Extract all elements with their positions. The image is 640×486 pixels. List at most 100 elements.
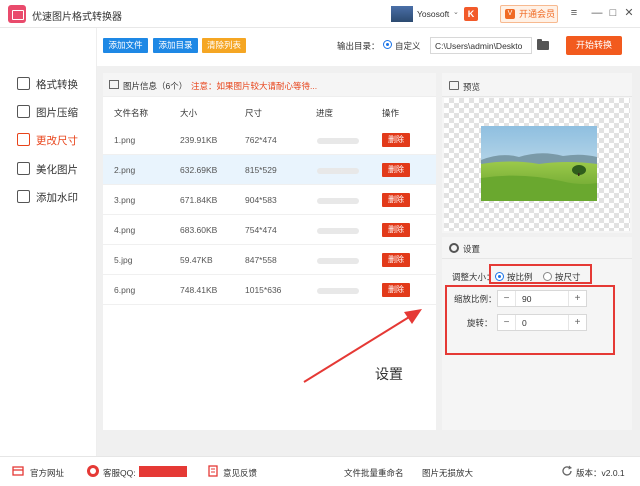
preview-title: 预览 [463, 82, 481, 92]
sidebar-item-label: 更改尺寸 [36, 135, 78, 147]
column-header-action: 操作 [382, 108, 400, 118]
delete-button[interactable]: 删除 [382, 283, 410, 297]
support-agent-icon [87, 465, 99, 477]
add-folder-button[interactable]: 添加目录 [153, 38, 198, 53]
annotation-arrow [303, 309, 422, 383]
column-header-dims: 尺寸 [245, 108, 263, 118]
file-size: 683.60KB [180, 225, 218, 235]
sidebar-item-label: 格式转换 [36, 79, 78, 91]
start-convert-button[interactable]: 开始转换 [566, 36, 622, 55]
open-vip-button[interactable]: V 开通会员 [500, 5, 558, 23]
sidebar-item-format-convert[interactable]: 格式转换 [0, 73, 97, 95]
sidebar-item-beautify[interactable]: 美化图片 [0, 158, 97, 180]
table-row[interactable]: 1.png 239.91KB 762*474 删除 [103, 125, 436, 155]
format-convert-icon [17, 77, 30, 90]
progress-bar [317, 138, 359, 144]
menu-icon[interactable]: ≡ [567, 6, 581, 20]
file-name: 4.png [114, 225, 136, 235]
vip-icon: V [505, 9, 515, 19]
delete-button[interactable]: 删除 [382, 193, 410, 207]
lossless-enlarge-link[interactable]: 图片无损放大 [422, 467, 473, 479]
chevron-down-icon[interactable]: ⌄ [453, 8, 459, 16]
table-row[interactable]: 5.jpg 59.47KB 847*558 删除 [103, 245, 436, 275]
batch-rename-link[interactable]: 文件批量重命名 [344, 467, 404, 479]
preview-header: 预览 [442, 73, 632, 97]
settings-header: 设置 [442, 237, 632, 259]
add-file-button[interactable]: 添加文件 [103, 38, 148, 53]
delete-button[interactable]: 删除 [382, 133, 410, 147]
image-info-icon [109, 80, 119, 89]
file-dims: 1015*636 [245, 285, 282, 295]
annotation-label: 设置 [375, 366, 403, 382]
gear-icon [449, 243, 459, 253]
output-path-input[interactable]: C:\Users\admin\Deskto [430, 37, 532, 54]
custom-radio-label[interactable]: 自定义 [395, 40, 421, 52]
app-logo-icon [8, 5, 26, 23]
title-bar: 优速图片格式转换器 Yososoft ⌄ K V 开通会员 ≡ — □ ✕ [0, 0, 640, 28]
preview-icon [449, 81, 459, 90]
file-size: 59.47KB [180, 255, 213, 265]
delete-button[interactable]: 删除 [382, 223, 410, 237]
preview-image [481, 126, 597, 201]
file-name: 5.jpg [114, 255, 133, 265]
feedback-icon [208, 465, 218, 477]
file-panel-title: 图片信息（6个） [123, 81, 188, 91]
sidebar-item-label: 添加水印 [36, 192, 78, 204]
progress-bar [317, 228, 359, 234]
compress-icon [17, 105, 30, 118]
open-vip-label: 开通会员 [519, 9, 556, 19]
feedback-link[interactable]: 意见反馈 [223, 467, 257, 479]
file-dims: 815*529 [245, 165, 277, 175]
file-name: 2.png [114, 165, 136, 175]
table-row[interactable]: 3.png 671.84KB 904*583 删除 [103, 185, 436, 215]
file-dims: 904*583 [245, 195, 277, 205]
vip-badge-icon: K [464, 7, 478, 21]
file-dims: 847*558 [245, 255, 277, 265]
website-icon [12, 466, 24, 476]
file-dims: 762*474 [245, 135, 277, 145]
table-row[interactable]: 4.png 683.60KB 754*474 删除 [103, 215, 436, 245]
user-name[interactable]: Yososoft [417, 9, 449, 19]
refresh-icon[interactable] [561, 465, 573, 477]
table-row[interactable]: 2.png 632.69KB 815*529 删除 [103, 155, 436, 185]
delete-button[interactable]: 删除 [382, 253, 410, 267]
redacted-qq-number [139, 466, 187, 477]
column-header-name: 文件名称 [114, 108, 149, 118]
sidebar-item-compress[interactable]: 图片压缩 [0, 101, 97, 123]
file-name: 1.png [114, 135, 136, 145]
delete-button[interactable]: 删除 [382, 163, 410, 177]
column-header-size: 大小 [180, 108, 198, 118]
official-website-link[interactable]: 官方网址 [30, 467, 64, 479]
support-qq-link[interactable]: 客服QQ: [103, 467, 136, 479]
output-dir-label: 输出目录： [337, 41, 380, 51]
minimize-icon[interactable]: — [590, 6, 604, 20]
file-size: 239.91KB [180, 135, 218, 145]
file-dims: 754*474 [245, 225, 277, 235]
resize-icon [17, 133, 30, 146]
sidebar-item-resize[interactable]: 更改尺寸 [0, 129, 97, 151]
user-avatar[interactable] [391, 6, 413, 22]
progress-bar [317, 198, 359, 204]
sidebar: 格式转换 图片压缩 更改尺寸 美化图片 添加水印 [0, 28, 97, 456]
clear-list-button[interactable]: 清除列表 [202, 38, 246, 53]
file-name: 3.png [114, 195, 136, 205]
beautify-icon [17, 162, 30, 175]
app-title: 优速图片格式转换器 [32, 12, 122, 23]
annotation-box-scale-settings [445, 285, 615, 355]
maximize-icon[interactable]: □ [606, 6, 620, 20]
file-size: 632.69KB [180, 165, 218, 175]
version-label: 版本：v2.0.1 [576, 468, 625, 478]
custom-radio[interactable] [383, 40, 392, 49]
file-name: 6.png [114, 285, 136, 295]
sidebar-item-watermark[interactable]: 添加水印 [0, 186, 97, 208]
close-icon[interactable]: ✕ [622, 6, 636, 20]
folder-icon[interactable] [537, 39, 549, 50]
file-panel-note: 注意：如果图片较大请耐心等待... [191, 81, 318, 91]
file-size: 748.41KB [180, 285, 218, 295]
progress-bar [317, 168, 359, 174]
settings-title: 设置 [463, 244, 481, 254]
sidebar-item-label: 图片压缩 [36, 107, 78, 119]
progress-bar [317, 288, 359, 294]
annotation-box-resize-mode [489, 264, 592, 284]
footer: 官方网址 客服QQ: 意见反馈 文件批量重命名 图片无损放大 版本：v2.0.1 [0, 456, 640, 486]
